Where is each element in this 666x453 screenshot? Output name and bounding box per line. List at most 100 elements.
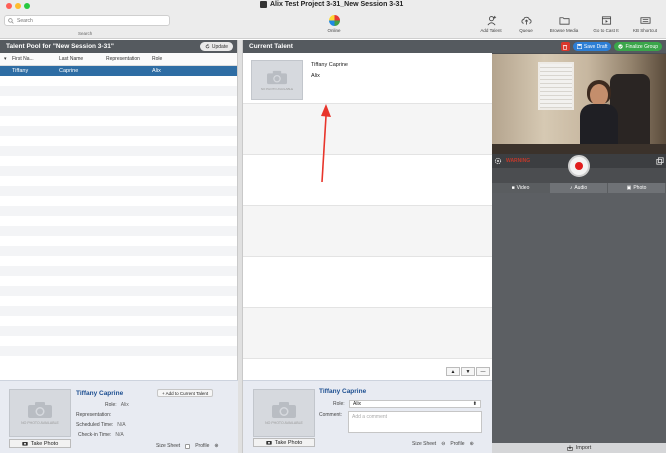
- take-photo-label: Take Photo: [274, 439, 303, 446]
- search-field[interactable]: [4, 15, 170, 26]
- column-last-name[interactable]: Last Name: [55, 56, 102, 62]
- queue-button[interactable]: Queue: [507, 14, 545, 33]
- delete-button[interactable]: [560, 42, 570, 51]
- take-photo-button[interactable]: Take Photo: [253, 438, 315, 447]
- profile-arrow-icon[interactable]: ⊕: [470, 441, 474, 447]
- empty-card-slot: [243, 104, 492, 155]
- current-talent-header: Current Talent: [243, 40, 492, 53]
- talent-pool-title: Talent Pool for "New Session 3-31": [6, 43, 114, 50]
- field-label: Representation:: [76, 412, 112, 418]
- sort-indicator-icon: ▾: [4, 56, 7, 62]
- talent-card[interactable]: NO PHOTO AVAILABLE Tiffany Caprine Alix: [243, 53, 492, 104]
- trash-icon: [563, 44, 568, 50]
- window-shutter-image: [538, 62, 574, 110]
- tab-video-label: Video: [516, 185, 530, 191]
- window-title: Alix Test Project 3-31_New Session 3-31: [260, 1, 403, 8]
- expand-icon[interactable]: [656, 157, 664, 165]
- empty-row: [0, 96, 237, 106]
- remove-button[interactable]: —: [476, 367, 490, 376]
- take-photo-button[interactable]: Take Photo: [9, 439, 71, 448]
- camera-small-icon: [266, 441, 272, 445]
- take-photo-label: Take Photo: [30, 440, 59, 447]
- check-circle-icon: [618, 44, 624, 49]
- video-camera-icon: ■: [511, 185, 515, 191]
- record-dot-icon: [575, 162, 583, 170]
- empty-card-slot: [243, 155, 492, 206]
- empty-row: [0, 126, 237, 136]
- search-input[interactable]: [17, 17, 157, 24]
- column-role[interactable]: Role: [148, 56, 188, 62]
- save-draft-label: Save Draft: [583, 43, 608, 50]
- import-label: Import: [575, 445, 592, 451]
- save-draft-button[interactable]: Save Draft: [572, 42, 612, 51]
- update-button[interactable]: Update: [199, 42, 233, 51]
- tab-video[interactable]: ■ Video: [492, 183, 550, 193]
- recorder-panel: Save Draft Finalize Group WARNING ■ Video…: [492, 40, 666, 453]
- media-list: [492, 193, 666, 443]
- comment-field[interactable]: Add a comment: [348, 411, 482, 433]
- column-first-name[interactable]: First Na...: [8, 56, 55, 62]
- tab-photo[interactable]: ▣ Photo: [608, 183, 666, 193]
- talent-photo-placeholder: NO PHOTO AVAILABLE: [253, 389, 315, 437]
- field-label: Role:: [105, 402, 117, 408]
- current-talent-title: Current Talent: [249, 43, 293, 50]
- gear-icon[interactable]: [494, 157, 502, 165]
- camera-small-icon: [22, 442, 28, 446]
- field-value: N/A: [115, 432, 124, 438]
- field-label: Scheduled Time:: [76, 422, 114, 428]
- browse-media-button[interactable]: Browse Media: [545, 14, 583, 33]
- tab-audio[interactable]: ♪ Audio: [550, 183, 608, 193]
- representation-field: Representation:: [76, 412, 115, 418]
- no-photo-text: NO PHOTO AVAILABLE: [260, 86, 294, 91]
- window-title-text: Alix Test Project 3-31_New Session 3-31: [270, 1, 404, 8]
- tab-audio-label: Audio: [574, 185, 588, 191]
- search-caption: Search: [78, 31, 93, 36]
- size-sheet-toggle-icon[interactable]: ⊖: [441, 441, 445, 447]
- empty-row: [0, 226, 237, 236]
- go-to-cast-it-button[interactable]: Go to Cast It: [587, 14, 625, 33]
- current-talent-list: NO PHOTO AVAILABLE Tiffany Caprine Alix: [243, 53, 492, 359]
- add-talent-button[interactable]: Add Talent: [472, 14, 510, 33]
- empty-card-slot: [243, 206, 492, 257]
- close-window-button[interactable]: [6, 3, 12, 9]
- record-button[interactable]: [568, 155, 590, 177]
- kb-shortcut-label: KB Shortcut: [632, 28, 657, 33]
- import-icon: [567, 445, 573, 451]
- tab-photo-label: Photo: [633, 185, 647, 191]
- import-button[interactable]: Import: [492, 443, 666, 453]
- talent-pool-panel: Talent Pool for "New Session 3-31" Updat…: [0, 40, 238, 453]
- move-down-button[interactable]: ▼: [461, 367, 475, 376]
- talent-photo-placeholder: NO PHOTO AVAILABLE: [9, 389, 71, 437]
- finalize-group-button[interactable]: Finalize Group: [614, 42, 662, 51]
- add-to-current-talent-button[interactable]: + Add to Current Talent: [157, 389, 214, 397]
- empty-row: [0, 316, 237, 326]
- field-label: Check-in Time:: [78, 432, 112, 438]
- role-field: Role: Alix: [105, 402, 129, 408]
- no-photo-text: NO PHOTO AVAILABLE: [265, 421, 303, 425]
- desk-image: [492, 144, 666, 154]
- film-icon: [601, 15, 611, 25]
- profile-arrow-icon[interactable]: ⊕: [214, 443, 218, 449]
- online-status[interactable]: Online: [323, 15, 345, 33]
- search-icon: [8, 17, 14, 24]
- size-sheet-checkbox[interactable]: [185, 443, 191, 449]
- empty-row: [0, 346, 237, 356]
- queue-label: Queue: [519, 28, 533, 33]
- table-row[interactable]: Tiffany Caprine Alix: [0, 66, 237, 76]
- move-up-button[interactable]: ▲: [446, 367, 460, 376]
- cell-role: Alix: [152, 68, 161, 74]
- column-representation[interactable]: Representation: [102, 56, 148, 62]
- role-select[interactable]: Alix ⬍: [349, 400, 481, 408]
- minimize-window-button[interactable]: [15, 3, 21, 9]
- person-head-image: [590, 84, 608, 106]
- document-icon: [260, 1, 267, 8]
- talent-pool-column-header: ▾ First Na... Last Name Representation R…: [0, 53, 237, 66]
- current-talent-detail: NO PHOTO AVAILABLE Take Photo Tiffany Ca…: [243, 380, 493, 453]
- kb-shortcut-button[interactable]: KB Shortcut: [626, 14, 664, 33]
- empty-row: [0, 256, 237, 266]
- cell-first-name: Tiffany: [12, 68, 29, 74]
- empty-row: [0, 326, 237, 336]
- go-to-cast-it-label: Go to Cast It: [593, 28, 619, 33]
- zoom-window-button[interactable]: [24, 3, 30, 9]
- empty-row: [0, 76, 237, 86]
